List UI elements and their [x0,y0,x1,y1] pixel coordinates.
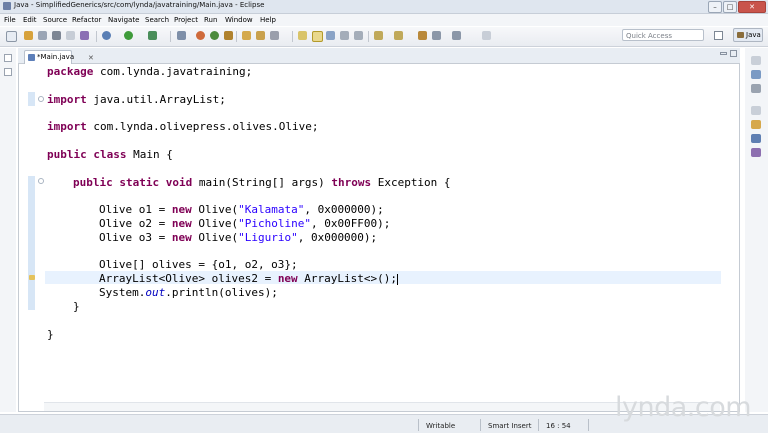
save-icon[interactable] [24,31,33,40]
minimize-button[interactable]: – [708,1,722,13]
word-wrap-icon[interactable] [354,31,363,40]
code-line-class-decl[interactable]: public class Main { [47,148,173,161]
editor-maximize-icon[interactable] [730,50,737,57]
status-cursor-position: 16 : 54 [546,422,571,430]
quick-access-input[interactable]: Quick Access [622,29,704,41]
menu-navigate[interactable]: Navigate [108,15,139,25]
forward-icon[interactable] [452,31,461,40]
menu-project[interactable]: Project [174,15,198,25]
close-button[interactable]: ✕ [738,1,766,13]
code-line-o2[interactable]: Olive o2 = new Olive("Picholine", 0x00FF… [99,217,390,230]
back-icon[interactable] [432,31,441,40]
problems-icon[interactable] [751,120,761,129]
open-type-icon[interactable] [242,31,251,40]
fold-method-icon[interactable] [38,178,44,184]
code-line-println[interactable]: System.out.println(olives); [99,286,278,299]
run-icon[interactable] [124,31,133,40]
status-writable: Writable [426,422,456,430]
package-explorer-icon[interactable] [4,68,12,76]
menu-edit[interactable]: Edit [23,15,37,25]
code-line-olives-array[interactable]: Olive[] olives = {o1, o2, o3}; [99,258,298,271]
last-edit-icon[interactable] [418,31,427,40]
menu-help[interactable]: Help [260,15,276,25]
new-interface-icon[interactable] [224,31,233,40]
status-insert-mode: Smart Insert [488,422,532,430]
annotation-icon[interactable] [298,31,307,40]
search-icon[interactable] [270,31,279,40]
menu-window[interactable]: Window [225,15,253,25]
next-annotation-icon[interactable] [374,31,383,40]
eclipse-java-icon [3,2,11,10]
open-task-icon[interactable] [256,31,265,40]
block-selection-icon[interactable] [326,31,335,40]
window-title: Java - SimplifiedGenerics/src/com/lynda/… [14,1,265,9]
right-trim-bar [745,48,768,412]
menu-search[interactable]: Search [145,15,169,25]
left-trim-bar [0,48,16,412]
code-line-close-method[interactable]: } [73,300,80,313]
editor-tab-bar [18,48,740,64]
warning-icon[interactable] [29,275,35,280]
open-perspective-icon[interactable] [714,31,723,40]
java-perspective-button[interactable]: Java [733,28,763,42]
new-icon[interactable] [6,31,17,42]
editor-minimize-icon[interactable] [720,52,727,55]
javadoc-icon[interactable] [751,134,761,143]
menu-run[interactable]: Run [204,15,217,25]
text-caret [397,273,399,285]
code-line-import-olive[interactable]: import com.lynda.olivepress.olives.Olive… [47,120,319,133]
tab-label: *Main.java [37,53,75,61]
new-class-icon[interactable] [210,31,219,40]
coverage-icon[interactable] [148,31,157,40]
declaration-icon[interactable] [751,148,761,157]
menu-bar: File Edit Source Refactor Navigate Searc… [0,14,768,26]
code-line-close-class[interactable]: } [47,328,54,341]
restore-right-icon[interactable] [751,56,761,65]
maximize-button[interactable]: □ [723,1,737,13]
change-marker [28,92,35,106]
restore-bottom-icon[interactable] [751,106,761,115]
perspective-label: Java [746,31,761,39]
task-list-icon[interactable] [751,70,761,79]
fold-imports-icon[interactable] [38,96,44,102]
pin-editor-icon[interactable] [482,31,491,40]
terminal-icon[interactable] [66,31,75,40]
new-package-icon[interactable] [196,31,205,40]
menu-file[interactable]: File [4,15,16,25]
menu-refactor[interactable]: Refactor [72,15,101,25]
debug-icon[interactable] [102,31,111,40]
code-line-package[interactable]: package com.lynda.javatraining; [47,65,252,78]
change-marker [28,176,35,310]
tab-main-java[interactable]: *Main.java ✕ [24,50,94,64]
toggle-mark-occurrences-icon[interactable] [312,31,323,42]
code-line-main-decl[interactable]: public static void main(String[] args) t… [73,176,451,189]
print-icon[interactable] [52,31,61,40]
previous-annotation-icon[interactable] [394,31,403,40]
lynda-watermark: lynda.com [615,392,752,423]
code-line-olives2[interactable]: ArrayList<Olive> olives2 = new ArrayList… [99,272,399,285]
task-icon[interactable] [80,31,89,40]
tab-close-icon[interactable]: ✕ [88,53,94,63]
title-bar: Java - SimplifiedGenerics/src/com/lynda/… [0,0,768,14]
code-line-import-arraylist[interactable]: import java.util.ArrayList; [47,93,226,106]
restore-icon[interactable] [4,54,12,62]
code-line-o3[interactable]: Olive o3 = new Olive("Ligurio", 0x000000… [99,231,377,244]
outline-icon[interactable] [751,84,761,93]
java-perspective-icon [737,32,744,38]
code-line-o1[interactable]: Olive o1 = new Olive("Kalamata", 0x00000… [99,203,384,216]
new-java-project-icon[interactable] [177,31,186,40]
save-all-icon[interactable] [38,31,47,40]
show-whitespace-icon[interactable] [340,31,349,40]
menu-source[interactable]: Source [43,15,67,25]
java-file-icon [28,54,35,61]
